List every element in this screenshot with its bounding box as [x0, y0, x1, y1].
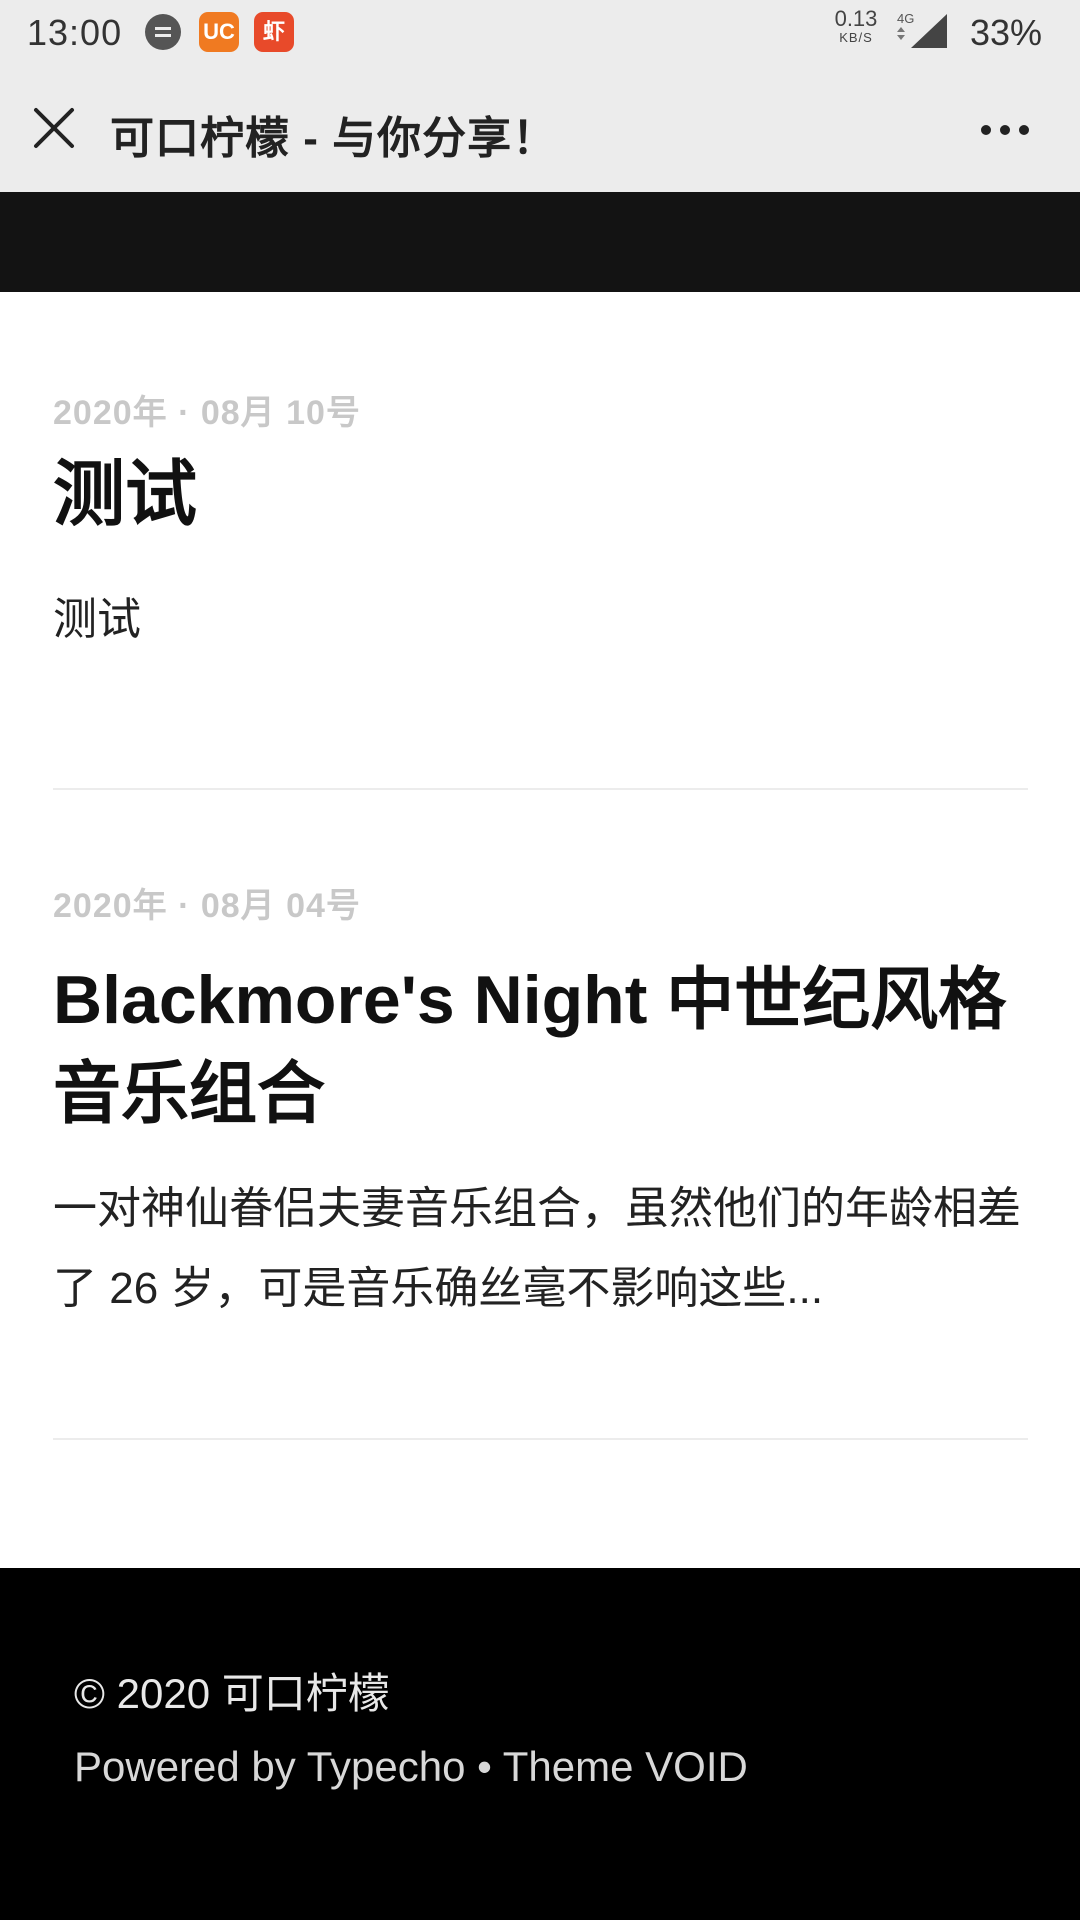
more-icon-dot	[1019, 125, 1029, 135]
more-icon-dot	[1000, 125, 1010, 135]
powered-by-text: Powered by	[74, 1743, 307, 1790]
uc-browser-icon: UC	[199, 12, 239, 52]
network-speed: 0.13 KB/S	[830, 8, 882, 46]
post-excerpt: 测试	[53, 595, 141, 644]
xiami-music-icon: 虾	[254, 12, 294, 52]
post-title-link[interactable]: Blackmore's Night 中世纪风格音乐组合	[53, 953, 1028, 1141]
status-bar: 13:00 UC 虾 0.13 KB/S 4G 33%	[0, 0, 1080, 64]
post-date: 2020年 · 08月 04号	[53, 887, 361, 925]
theme-void-link[interactable]: Theme VOID	[503, 1743, 748, 1790]
network-type: 4G	[897, 11, 914, 26]
typecho-link[interactable]: Typecho	[307, 1743, 466, 1790]
close-icon	[34, 108, 74, 148]
post-date: 2020年 · 08月 10号	[53, 394, 361, 432]
app-bar: 可口柠檬 - 与你分享！	[0, 64, 1080, 192]
signal-icon: 4G	[897, 11, 947, 48]
more-icon-dot	[981, 125, 991, 135]
battery-level: 33%	[970, 12, 1043, 53]
site-footer: © 2020 可口柠檬 Powered by Typecho • Theme V…	[0, 1568, 1080, 1920]
close-button[interactable]	[30, 104, 78, 152]
network-speed-value: 0.13	[834, 6, 878, 31]
post-item: 2020年 · 08月 04号 Blackmore's Night 中世纪风格音…	[53, 878, 1028, 1329]
status-time: 13:00	[27, 12, 123, 53]
more-options-button[interactable]	[975, 104, 1035, 152]
post-title-link[interactable]: 测试	[53, 452, 1028, 538]
post-item: 2020年 · 08月 10号 测试 测试	[53, 385, 1028, 650]
network-speed-unit: KB/S	[839, 30, 873, 45]
post-divider	[53, 1438, 1028, 1440]
post-excerpt: 一对神仙眷侣夫妻音乐组合，虽然他们的年龄相差了 26 岁，可是音乐确丝毫不影响这…	[53, 1184, 1021, 1313]
post-divider	[53, 788, 1028, 790]
page-title: 可口柠檬 - 与你分享！	[110, 114, 558, 163]
site-header	[0, 192, 1080, 292]
footer-copyright: © 2020 可口柠檬	[74, 1670, 390, 1717]
message-icon	[145, 14, 181, 50]
footer-separator: •	[465, 1743, 503, 1790]
footer-powered-by: Powered by Typecho • Theme VOID	[74, 1743, 748, 1791]
